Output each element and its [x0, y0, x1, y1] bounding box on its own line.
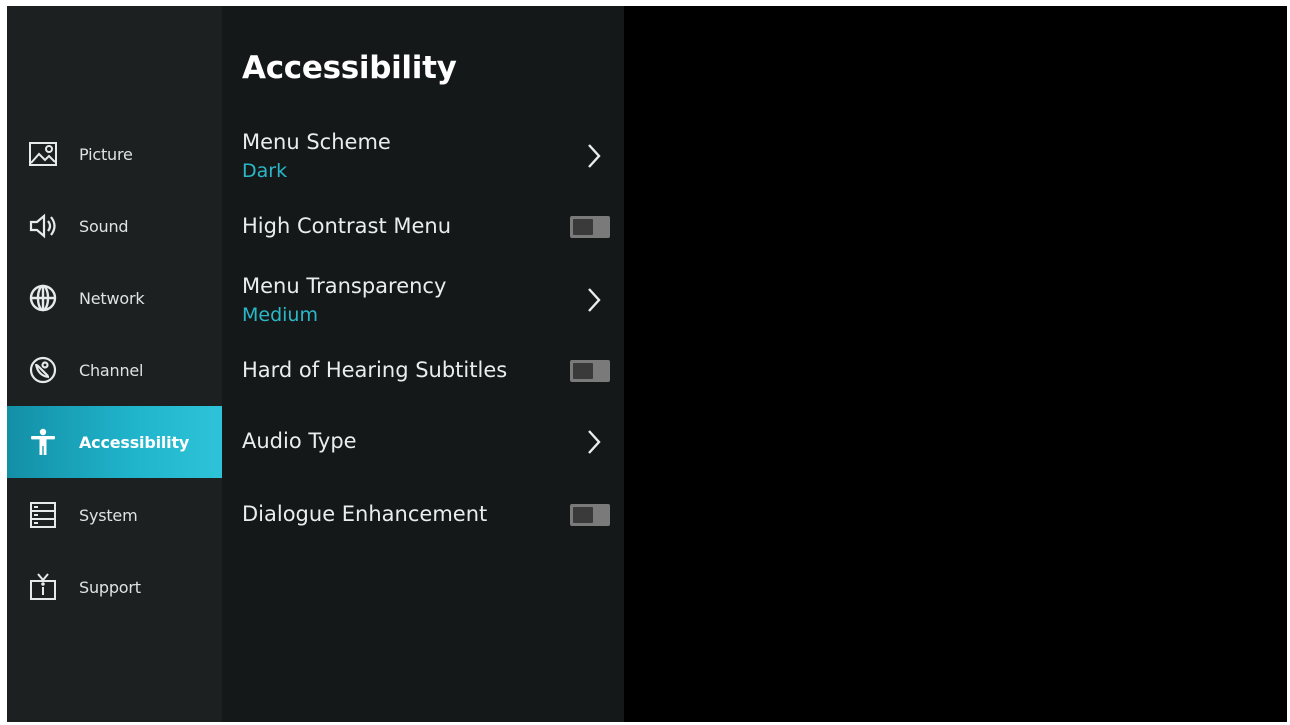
- globe-icon: [27, 282, 59, 314]
- setting-label: Audio Type: [242, 429, 357, 453]
- settings-sidebar: Picture Sound Network Channel Accessibil…: [7, 6, 222, 722]
- setting-label: Menu Transparency: [242, 274, 447, 298]
- toggle-knob: [573, 507, 593, 523]
- toggle-knob: [573, 219, 593, 235]
- sidebar-item-support[interactable]: Support: [7, 551, 222, 623]
- sidebar-item-sound[interactable]: Sound: [7, 190, 222, 262]
- setting-menu-scheme[interactable]: Menu Scheme Dark: [222, 124, 624, 184]
- toggle-knob: [573, 363, 593, 379]
- setting-label: Dialogue Enhancement: [242, 502, 488, 526]
- satellite-dish-icon: [27, 354, 59, 386]
- setting-value: Dark: [242, 160, 288, 182]
- sidebar-item-label: Channel: [79, 360, 144, 380]
- tv-info-icon: [27, 571, 59, 603]
- setting-high-contrast-menu[interactable]: High Contrast Menu: [222, 198, 624, 258]
- sidebar-item-accessibility[interactable]: Accessibility: [7, 406, 222, 478]
- accessibility-icon: [27, 426, 59, 458]
- setting-label: Menu Scheme: [242, 130, 391, 154]
- sidebar-item-label: Support: [79, 577, 141, 597]
- high-contrast-toggle[interactable]: [570, 216, 610, 238]
- setting-value: Medium: [242, 304, 318, 326]
- settings-panel: Accessibility Menu Scheme Dark High Cont…: [222, 6, 624, 722]
- hard-of-hearing-toggle[interactable]: [570, 360, 610, 382]
- setting-dialogue-enhancement[interactable]: Dialogue Enhancement: [222, 486, 624, 546]
- tv-screen: Picture Sound Network Channel Accessibil…: [7, 6, 1287, 722]
- sidebar-item-network[interactable]: Network: [7, 262, 222, 334]
- setting-label: Hard of Hearing Subtitles: [242, 358, 508, 382]
- picture-icon: [27, 138, 59, 170]
- chevron-right-icon: [588, 430, 601, 454]
- setting-label: High Contrast Menu: [242, 214, 452, 238]
- speaker-icon: [27, 210, 59, 242]
- setting-menu-transparency[interactable]: Menu Transparency Medium: [222, 268, 624, 328]
- sidebar-item-label: Picture: [79, 144, 133, 164]
- sidebar-item-channel[interactable]: Channel: [7, 334, 222, 406]
- chevron-right-icon: [588, 144, 601, 168]
- system-icon: [27, 499, 59, 531]
- sidebar-item-system[interactable]: System: [7, 479, 222, 551]
- sidebar-item-label: Accessibility: [79, 432, 190, 452]
- setting-hard-of-hearing-subtitles[interactable]: Hard of Hearing Subtitles: [222, 342, 624, 402]
- dialogue-enhancement-toggle[interactable]: [570, 504, 610, 526]
- sidebar-item-label: Sound: [79, 216, 129, 236]
- setting-audio-type[interactable]: Audio Type: [222, 413, 624, 473]
- preview-area: [624, 6, 1287, 722]
- page-title: Accessibility: [242, 50, 457, 86]
- chevron-right-icon: [588, 288, 601, 312]
- sidebar-item-label: System: [79, 505, 138, 525]
- sidebar-item-label: Network: [79, 288, 145, 308]
- sidebar-item-picture[interactable]: Picture: [7, 118, 222, 190]
